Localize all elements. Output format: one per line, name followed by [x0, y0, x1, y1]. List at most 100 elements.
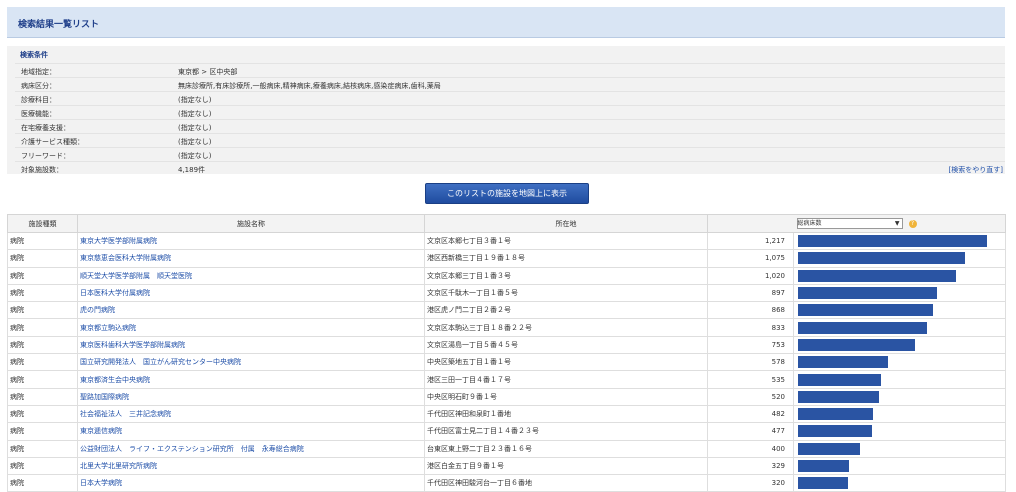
facility-name-link[interactable]: 東京慈恵会医科大学附属病院: [77, 249, 425, 268]
table-row: 病院 東京医科歯科大学医学部附属病院 文京区湯島一丁目５番４５号 753: [7, 335, 1006, 355]
bed-bar: [798, 425, 872, 438]
bed-bar-cell: [793, 474, 1006, 492]
facility-name-link[interactable]: 東京逓信病院: [77, 422, 425, 441]
table-row: 病院 聖路加国際病院 中央区明石町９番１号 520: [7, 387, 1006, 406]
facility-type: 病院: [7, 266, 78, 285]
facility-type: 病院: [7, 283, 78, 303]
bed-bar-cell: [793, 387, 1006, 406]
facility-name-link[interactable]: 北里大学北里研究所病院: [77, 456, 425, 476]
bed-bar-cell: [793, 266, 1006, 285]
facility-type: 病院: [7, 474, 78, 492]
facility-type: 病院: [7, 353, 78, 372]
bed-bar: [798, 390, 879, 403]
facility-type: 病院: [7, 370, 78, 389]
header-facility-type[interactable]: 施設種類: [7, 214, 78, 233]
bed-bar-cell: [793, 456, 1006, 476]
facility-type: 病院: [7, 335, 78, 355]
facility-name-link[interactable]: 東京医科歯科大学医学部附属病院: [77, 335, 425, 355]
bed-count: 1,075: [707, 249, 794, 268]
page-title-bar: 検索結果一覧リスト: [7, 7, 1005, 38]
facility-name-link[interactable]: 日本医科大学付属病院: [77, 283, 425, 303]
help-icon[interactable]: ?: [908, 219, 917, 228]
header-sort: 総病床数 ▼?: [707, 214, 1006, 233]
bed-count: 535: [707, 370, 794, 389]
facility-type: 病院: [7, 231, 78, 251]
header-address[interactable]: 所在地: [424, 214, 708, 233]
bed-bar-cell: [793, 335, 1006, 355]
facility-address: 港区虎ノ門二丁目２番２号: [424, 301, 708, 320]
facility-address: 港区白金五丁目９番１号: [424, 456, 708, 476]
facility-type: 病院: [7, 456, 78, 476]
chevron-down-icon: ▼: [894, 220, 900, 227]
table-header-row: 施設種類 施設名称 所在地 総病床数 ▼?: [7, 214, 1006, 233]
facility-name-link[interactable]: 東京大学医学部附属病院: [77, 231, 425, 251]
condition-value: 東京都 > 区中央部: [178, 68, 238, 76]
condition-value: (指定なし): [178, 138, 212, 146]
search-conditions-panel: 検索条件 地域指定： 東京都 > 区中央部 病床区分： 無床診療所,有床診療所,一般病…: [7, 46, 1005, 174]
facility-type: 病院: [7, 439, 78, 458]
condition-row: 医療機能： (指定なし): [15, 105, 1005, 120]
bed-bar: [798, 287, 937, 300]
results-table: 施設種類 施設名称 所在地 総病床数 ▼? 病院 東京大学医学部附属病院 文京区本郷七…: [7, 214, 1006, 492]
facility-name-link[interactable]: 公益財団法人 ライフ・エクステンション研究所 付属 永寿総合病院: [77, 439, 425, 458]
bed-count: 400: [707, 439, 794, 458]
condition-row: 病床区分： 無床診療所,有床診療所,一般病床,精神病床,療養病床,結核病床,感染症…: [15, 77, 1005, 92]
table-row: 病院 虎の門病院 港区虎ノ門二丁目２番２号 868: [7, 301, 1006, 320]
facility-name-link[interactable]: 東京都立駒込病院: [77, 318, 425, 337]
facility-type: 病院: [7, 318, 78, 337]
table-row: 病院 北里大学北里研究所病院 港区白金五丁目９番１号 329: [7, 456, 1006, 476]
facility-name-link[interactable]: 虎の門病院: [77, 301, 425, 320]
table-row: 病院 東京慈恵会医科大学附属病院 港区西新橋三丁目１９番１８号 1,075: [7, 249, 1006, 268]
table-row: 病院 日本医科大学付属病院 文京区千駄木一丁目１番５号 897: [7, 283, 1006, 303]
condition-label: 地域指定：: [21, 68, 56, 76]
bed-bar: [798, 373, 881, 386]
bed-count: 868: [707, 301, 794, 320]
table-row: 病院 社会福祉法人 三井記念病院 千代田区神田和泉町１番地 482: [7, 404, 1006, 424]
condition-row: 地域指定： 東京都 > 区中央部: [15, 63, 1005, 78]
table-row: 病院 東京大学医学部附属病院 文京区本郷七丁目３番１号 1,217: [7, 231, 1006, 251]
facility-address: 台東区東上野二丁目２３番１６号: [424, 439, 708, 458]
condition-label: 医療機能：: [21, 110, 56, 118]
facility-type: 病院: [7, 404, 78, 424]
bed-bar: [798, 321, 927, 334]
facility-address: 中央区明石町９番１号: [424, 387, 708, 406]
show-on-map-button[interactable]: このリストの施設を地図上に表示: [425, 183, 589, 204]
sort-select[interactable]: 総病床数 ▼: [796, 218, 903, 229]
bed-count: 329: [707, 456, 794, 476]
facility-name-link[interactable]: 聖路加国際病院: [77, 387, 425, 406]
bed-bar-cell: [793, 353, 1006, 372]
facility-address: 文京区本駒込三丁目１８番２２号: [424, 318, 708, 337]
bed-count: 753: [707, 335, 794, 355]
bed-bar-cell: [793, 249, 1006, 268]
bed-bar-cell: [793, 404, 1006, 424]
header-facility-name[interactable]: 施設名称: [77, 214, 425, 233]
facility-address: 文京区本郷三丁目１番３号: [424, 266, 708, 285]
bed-count: 1,217: [707, 231, 794, 251]
bed-bar: [798, 304, 933, 317]
bed-bar: [798, 338, 915, 351]
facility-name-link[interactable]: 社会福祉法人 三井記念病院: [77, 404, 425, 424]
facility-name-link[interactable]: 順天堂大学医学部附属 順天堂医院: [77, 266, 425, 285]
redo-search-link[interactable]: [検索をやり直す]: [949, 165, 1003, 175]
facility-name-link[interactable]: 日本大学病院: [77, 474, 425, 492]
bed-bar: [798, 477, 848, 490]
bed-count: 1,020: [707, 266, 794, 285]
bed-bar-cell: [793, 231, 1006, 251]
condition-row: 対象施設数： 4,189件 [検索をやり直す]: [15, 161, 1005, 176]
facility-address: 千代田区神田和泉町１番地: [424, 404, 708, 424]
facility-address: 港区三田一丁目４番１７号: [424, 370, 708, 389]
bed-count: 320: [707, 474, 794, 492]
bed-count: 477: [707, 422, 794, 441]
facility-address: 文京区千駄木一丁目１番５号: [424, 283, 708, 303]
facility-name-link[interactable]: 東京都済生会中央病院: [77, 370, 425, 389]
bed-count: 833: [707, 318, 794, 337]
bed-count: 520: [707, 387, 794, 406]
facility-name-link[interactable]: 国立研究開発法人 国立がん研究センター中央病院: [77, 353, 425, 372]
bed-bar: [798, 356, 888, 369]
table-row: 病院 東京都済生会中央病院 港区三田一丁目４番１７号 535: [7, 370, 1006, 389]
bed-bar-cell: [793, 422, 1006, 441]
facility-type: 病院: [7, 422, 78, 441]
table-row: 病院 東京都立駒込病院 文京区本駒込三丁目１８番２２号 833: [7, 318, 1006, 337]
condition-label: 在宅療養支援：: [21, 124, 70, 132]
condition-value: (指定なし): [178, 152, 212, 160]
